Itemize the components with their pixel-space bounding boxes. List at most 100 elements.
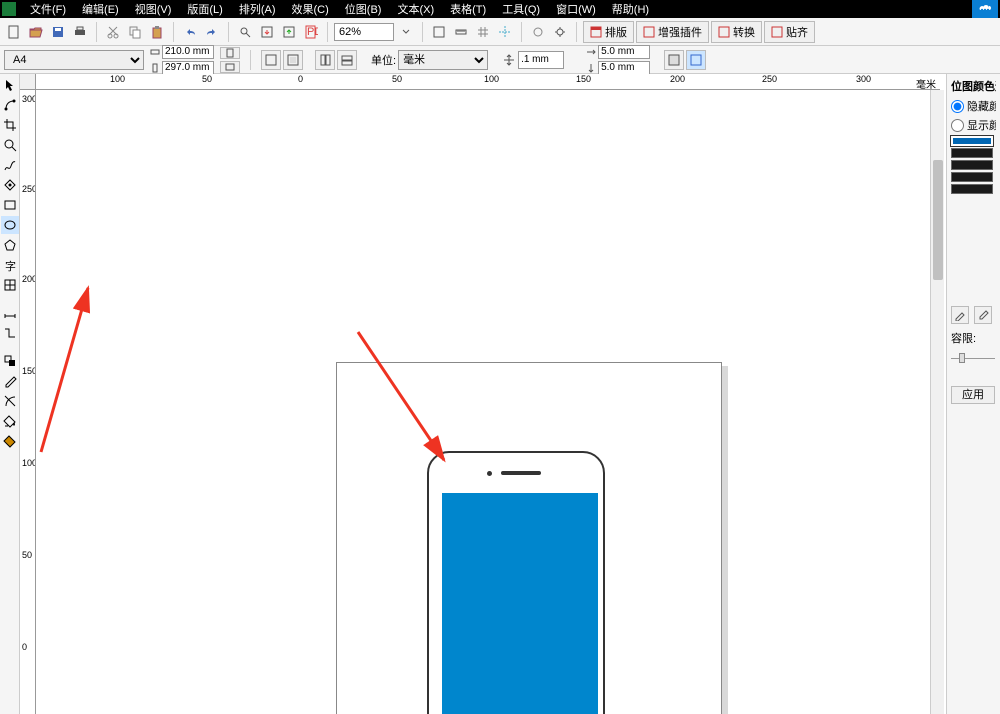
canvas[interactable] (36, 90, 940, 714)
duplicate-y-input[interactable] (598, 61, 650, 75)
tolerance-slider[interactable] (951, 350, 995, 366)
apply-button[interactable]: 应用 (951, 386, 995, 404)
color-swatch-2[interactable] (951, 148, 993, 158)
vertical-scrollbar[interactable] (930, 90, 944, 714)
landscape-button[interactable] (220, 61, 240, 73)
redo-button[interactable] (202, 22, 222, 42)
show-guides-button[interactable] (495, 22, 515, 42)
menu-table[interactable]: 表格(T) (442, 1, 494, 17)
docker-title: 位图颜色遮罩 (951, 78, 996, 94)
nudge-input[interactable] (518, 51, 564, 69)
menu-bitmap[interactable]: 位图(B) (337, 1, 390, 17)
crop-tool[interactable] (1, 116, 19, 134)
shape-tool[interactable] (1, 96, 19, 114)
standard-toolbar: PDF 排版 增强插件 转换 贴齐 (0, 18, 1000, 46)
cloud-sync-icon[interactable] (972, 0, 998, 18)
menu-text[interactable]: 文本(X) (389, 1, 442, 17)
duplicate-x-input[interactable] (598, 45, 650, 59)
docker-plugin-button[interactable]: 增强插件 (636, 21, 709, 43)
menu-view[interactable]: 视图(V) (127, 1, 180, 17)
page-size-select[interactable]: A4 (4, 50, 144, 70)
current-page-button[interactable] (283, 50, 303, 70)
full-screen-button[interactable] (429, 22, 449, 42)
docker-layout-button[interactable]: 排版 (583, 21, 634, 43)
import-button[interactable] (257, 22, 277, 42)
edit-color-button[interactable] (951, 306, 969, 324)
show-color-radio[interactable]: 显示颜色 (951, 117, 996, 133)
eyedropper-mask-button[interactable] (974, 306, 992, 324)
menu-effects[interactable]: 效果(C) (284, 1, 337, 17)
publish-pdf-button[interactable]: PDF (301, 22, 321, 42)
menu-layout[interactable]: 版面(L) (179, 1, 230, 17)
svg-text:字: 字 (5, 259, 16, 272)
snap-off-button[interactable] (528, 22, 548, 42)
table-tool[interactable] (1, 276, 19, 294)
pick-tool[interactable] (1, 76, 19, 94)
zoom-level-input[interactable] (334, 23, 394, 41)
print-button[interactable] (70, 22, 90, 42)
menu-file[interactable]: 文件(F) (22, 1, 74, 17)
dimension-tool[interactable] (1, 304, 19, 322)
menu-edit[interactable]: 编辑(E) (74, 1, 127, 17)
menu-arrange[interactable]: 排列(A) (231, 1, 284, 17)
color-swatch-3[interactable] (951, 160, 993, 170)
color-swatch-4[interactable] (951, 172, 993, 182)
relative-button[interactable] (686, 50, 706, 70)
treat-as-filled-button[interactable] (664, 50, 684, 70)
scrollbar-thumb[interactable] (933, 160, 943, 280)
unit-label: 单位: (371, 52, 396, 68)
rectangle-tool[interactable] (1, 196, 19, 214)
ellipse-tool[interactable] (1, 216, 19, 234)
undo-button[interactable] (180, 22, 200, 42)
fill-tool[interactable] (1, 412, 19, 430)
page-height-input[interactable] (162, 61, 214, 75)
outline-tool[interactable] (1, 392, 19, 410)
page-width-input[interactable] (162, 45, 214, 59)
save-button[interactable] (48, 22, 68, 42)
show-rulers-button[interactable] (451, 22, 471, 42)
search-content-button[interactable] (235, 22, 255, 42)
page-layout-button2[interactable] (337, 50, 357, 70)
options-button[interactable] (550, 22, 570, 42)
text-tool[interactable]: 字 (1, 256, 19, 274)
new-button[interactable] (4, 22, 24, 42)
cut-button[interactable] (103, 22, 123, 42)
unit-select[interactable]: 毫米 (398, 50, 488, 70)
menu-help[interactable]: 帮助(H) (604, 1, 657, 17)
horizontal-ruler[interactable]: 100 50 0 50 100 150 200 250 300 (20, 74, 940, 90)
menu-tools[interactable]: 工具(Q) (494, 1, 548, 17)
phone-camera-shape[interactable] (487, 471, 492, 476)
page-layout-button1[interactable] (315, 50, 335, 70)
smart-fill-tool[interactable] (1, 176, 19, 194)
menu-window[interactable]: 窗口(W) (548, 1, 604, 17)
eyedropper-tool[interactable] (1, 372, 19, 390)
phone-screen-shape[interactable] (442, 493, 598, 714)
hide-color-radio[interactable]: 隐藏颜色 (951, 98, 996, 114)
open-button[interactable] (26, 22, 46, 42)
svg-text:PDF: PDF (307, 26, 318, 38)
dup-x-icon (586, 47, 596, 57)
connector-tool[interactable] (1, 324, 19, 342)
copy-button[interactable] (125, 22, 145, 42)
vertical-ruler[interactable]: 300 250 200 150 100 50 0 (20, 90, 36, 714)
freehand-tool[interactable] (1, 156, 19, 174)
polygon-tool[interactable] (1, 236, 19, 254)
phone-outline-shape[interactable] (427, 451, 605, 714)
color-swatch-5[interactable] (951, 184, 993, 194)
docker-snap-button[interactable]: 贴齐 (764, 21, 815, 43)
export-button[interactable] (279, 22, 299, 42)
show-grid-button[interactable] (473, 22, 493, 42)
all-pages-button[interactable] (261, 50, 281, 70)
ruler-unit-label: 毫米 (916, 76, 936, 91)
portrait-button[interactable] (220, 47, 240, 59)
ruler-origin[interactable] (20, 74, 36, 90)
dup-y-icon (586, 63, 596, 73)
phone-speaker-shape[interactable] (501, 471, 541, 475)
color-swatch-1[interactable] (951, 136, 993, 146)
paste-button[interactable] (147, 22, 167, 42)
interactive-fill-tool[interactable] (1, 432, 19, 450)
interactive-tool[interactable] (1, 352, 19, 370)
docker-transform-button[interactable]: 转换 (711, 21, 762, 43)
zoom-dropdown-icon[interactable] (396, 22, 416, 42)
zoom-tool[interactable] (1, 136, 19, 154)
